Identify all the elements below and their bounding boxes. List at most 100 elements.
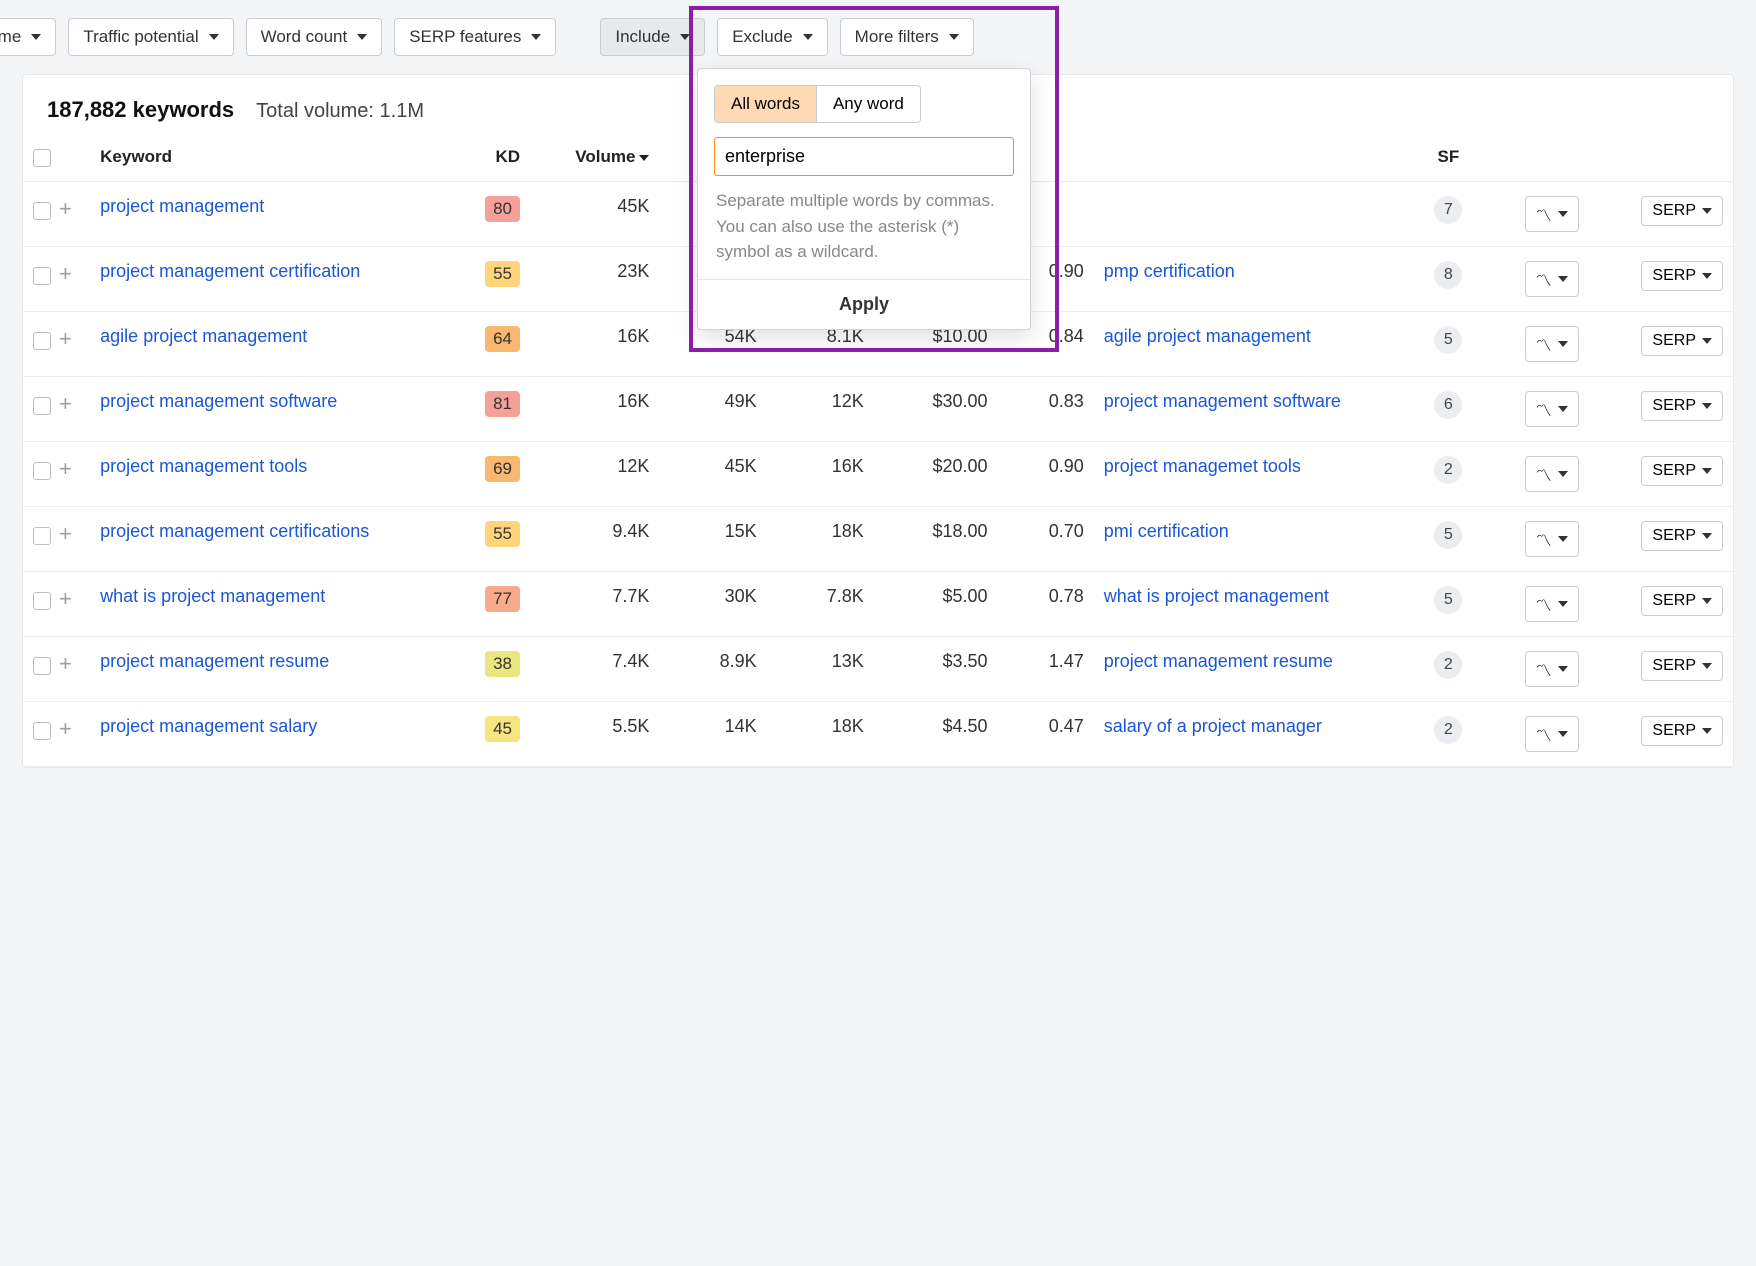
filter-exclude[interactable]: Exclude bbox=[717, 18, 827, 56]
cps-cell: 0.78 bbox=[998, 572, 1094, 637]
chevron-down-icon bbox=[1558, 666, 1568, 672]
expand-icon[interactable]: + bbox=[59, 456, 72, 481]
keyword-link[interactable]: project management bbox=[100, 196, 264, 216]
row-checkbox[interactable] bbox=[33, 722, 51, 740]
trend-button[interactable]: 〽 bbox=[1525, 456, 1579, 492]
table-row: + project management tools 69 12K 45K 16… bbox=[23, 442, 1733, 507]
apply-button[interactable]: Apply bbox=[698, 279, 1030, 329]
sf-badge[interactable]: 7 bbox=[1434, 196, 1462, 224]
volume-cell: 12K bbox=[530, 442, 659, 507]
chevron-down-icon bbox=[1702, 663, 1712, 669]
parent-topic-link[interactable]: project management resume bbox=[1104, 651, 1333, 671]
serp-button[interactable]: SERP bbox=[1641, 196, 1723, 226]
row-checkbox[interactable] bbox=[33, 267, 51, 285]
col-volume[interactable]: Volume bbox=[530, 133, 659, 182]
filter-serp-features[interactable]: SERP features bbox=[394, 18, 556, 56]
parent-topic-link[interactable]: pmp certification bbox=[1104, 261, 1235, 281]
include-words-input[interactable] bbox=[714, 137, 1014, 176]
keyword-link[interactable]: project management tools bbox=[100, 456, 307, 476]
expand-icon[interactable]: + bbox=[59, 521, 72, 546]
cpc-cell: $4.50 bbox=[874, 702, 998, 767]
row-checkbox[interactable] bbox=[33, 462, 51, 480]
serp-button[interactable]: SERP bbox=[1641, 261, 1723, 291]
filter-more[interactable]: More filters bbox=[840, 18, 974, 56]
keyword-link[interactable]: what is project management bbox=[100, 586, 325, 606]
serp-button[interactable]: SERP bbox=[1641, 651, 1723, 681]
keyword-link[interactable]: project management software bbox=[100, 391, 337, 411]
expand-icon[interactable]: + bbox=[59, 651, 72, 676]
filter-include[interactable]: Include bbox=[600, 18, 705, 56]
col-parent[interactable] bbox=[1094, 133, 1410, 182]
tp-cell: 13K bbox=[767, 637, 874, 702]
chevron-down-icon bbox=[1558, 211, 1568, 217]
keyword-link[interactable]: agile project management bbox=[100, 326, 307, 346]
cpc-cell: $30.00 bbox=[874, 377, 998, 442]
keyword-link[interactable]: project management certifications bbox=[100, 521, 369, 541]
keyword-link[interactable]: project management certification bbox=[100, 261, 360, 281]
row-checkbox[interactable] bbox=[33, 202, 51, 220]
row-checkbox[interactable] bbox=[33, 397, 51, 415]
row-checkbox[interactable] bbox=[33, 657, 51, 675]
trend-icon: 〽 bbox=[1536, 527, 1552, 551]
total-volume: Total volume: 1.1M bbox=[256, 100, 424, 123]
expand-icon[interactable]: + bbox=[59, 261, 72, 286]
trend-button[interactable]: 〽 bbox=[1525, 651, 1579, 687]
sf-badge[interactable]: 6 bbox=[1434, 391, 1462, 419]
serp-button[interactable]: SERP bbox=[1641, 456, 1723, 486]
serp-button[interactable]: SERP bbox=[1641, 326, 1723, 356]
any-word-toggle[interactable]: Any word bbox=[816, 86, 920, 122]
cpc-cell: $18.00 bbox=[874, 507, 998, 572]
serp-button[interactable]: SERP bbox=[1641, 521, 1723, 551]
trend-button[interactable]: 〽 bbox=[1525, 716, 1579, 752]
parent-topic-link[interactable]: agile project management bbox=[1104, 326, 1311, 346]
parent-topic-link[interactable]: salary of a project manager bbox=[1104, 716, 1322, 736]
expand-icon[interactable]: + bbox=[59, 716, 72, 741]
serp-label: SERP bbox=[1652, 527, 1696, 545]
parent-topic-link[interactable]: project managemet tools bbox=[1104, 456, 1301, 476]
sf-badge[interactable]: 2 bbox=[1434, 651, 1462, 679]
parent-topic-link[interactable]: pmi certification bbox=[1104, 521, 1229, 541]
expand-icon[interactable]: + bbox=[59, 391, 72, 416]
filter-word-count[interactable]: Word count bbox=[246, 18, 383, 56]
cps-cell: 0.90 bbox=[998, 442, 1094, 507]
trend-button[interactable]: 〽 bbox=[1525, 391, 1579, 427]
row-checkbox[interactable] bbox=[33, 592, 51, 610]
serp-button[interactable]: SERP bbox=[1641, 391, 1723, 421]
filter-traffic-potential[interactable]: Traffic potential bbox=[68, 18, 233, 56]
trend-button[interactable]: 〽 bbox=[1525, 586, 1579, 622]
col-kd[interactable]: KD bbox=[448, 133, 530, 182]
sf-badge[interactable]: 5 bbox=[1434, 586, 1462, 614]
expand-icon[interactable]: + bbox=[59, 326, 72, 351]
parent-topic-link[interactable]: project management software bbox=[1104, 391, 1341, 411]
keyword-link[interactable]: project management resume bbox=[100, 651, 329, 671]
serp-button[interactable]: SERP bbox=[1641, 586, 1723, 616]
filter-volume[interactable]: olume bbox=[0, 18, 56, 56]
select-all-checkbox[interactable] bbox=[33, 149, 51, 167]
chevron-down-icon bbox=[1558, 341, 1568, 347]
col-keyword[interactable]: Keyword bbox=[90, 133, 447, 182]
keyword-link[interactable]: project management salary bbox=[100, 716, 317, 736]
chevron-down-icon bbox=[1702, 533, 1712, 539]
filter-wc-label: Word count bbox=[261, 27, 348, 47]
expand-icon[interactable]: + bbox=[59, 586, 72, 611]
sf-badge[interactable]: 2 bbox=[1434, 456, 1462, 484]
sf-badge[interactable]: 5 bbox=[1434, 326, 1462, 354]
parent-topic-link[interactable]: what is project management bbox=[1104, 586, 1329, 606]
row-checkbox[interactable] bbox=[33, 527, 51, 545]
col-sf[interactable]: SF bbox=[1410, 133, 1487, 182]
expand-icon[interactable]: + bbox=[59, 196, 72, 221]
all-words-toggle[interactable]: All words bbox=[715, 86, 816, 122]
trend-button[interactable]: 〽 bbox=[1525, 326, 1579, 362]
trend-button[interactable]: 〽 bbox=[1525, 261, 1579, 297]
sf-badge[interactable]: 8 bbox=[1434, 261, 1462, 289]
volume-cell: 16K bbox=[530, 377, 659, 442]
sf-badge[interactable]: 2 bbox=[1434, 716, 1462, 744]
serp-label: SERP bbox=[1652, 267, 1696, 285]
serp-button[interactable]: SERP bbox=[1641, 716, 1723, 746]
trend-button[interactable]: 〽 bbox=[1525, 196, 1579, 232]
chevron-down-icon bbox=[1558, 276, 1568, 282]
kd-badge: 80 bbox=[485, 196, 520, 222]
trend-button[interactable]: 〽 bbox=[1525, 521, 1579, 557]
sf-badge[interactable]: 5 bbox=[1434, 521, 1462, 549]
row-checkbox[interactable] bbox=[33, 332, 51, 350]
